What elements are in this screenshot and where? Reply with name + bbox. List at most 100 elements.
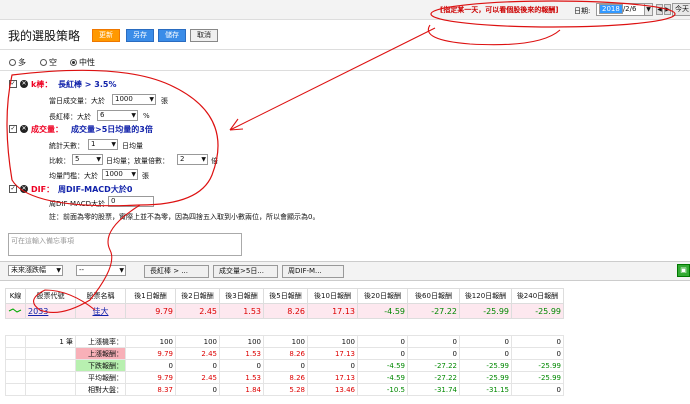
date-rest: /2/6 xyxy=(622,5,637,13)
col-header[interactable]: 股票代號 xyxy=(25,288,76,304)
stats-cell: -25.99 xyxy=(511,359,564,372)
stock-code-link[interactable]: 2033 xyxy=(25,303,76,319)
col-header[interactable]: 後20日報酬 xyxy=(357,288,408,304)
remove-vol-icon[interactable]: ✕ xyxy=(20,125,28,133)
cell xyxy=(25,359,76,372)
stats-cell: 0 xyxy=(263,359,308,372)
stats-cell: -10.5 xyxy=(357,383,408,396)
dif-label: 周DIF-MACD大於 xyxy=(49,200,105,208)
stats-cell: 8.26 xyxy=(263,347,308,360)
radio-long[interactable]: 多 xyxy=(9,57,26,68)
k-desc: 長紅棒 > 3.5% xyxy=(58,80,117,89)
stats-cell: 8.26 xyxy=(263,371,308,384)
export-icon[interactable]: ▣ xyxy=(677,264,690,277)
vol-compare-select[interactable]: 5 ▼ xyxy=(72,154,103,165)
k-volume-select[interactable]: 1000 ▼ xyxy=(112,94,156,105)
stats-row: 相對大盤： 8.37 0 1.84 5.28 13.46 -10.5 -31.74 -31.15… xyxy=(5,383,564,396)
stats-cell: 2.45 xyxy=(175,371,220,384)
stats-cell: -31.74 xyxy=(407,383,460,396)
vol-checkbox[interactable]: ✓ xyxy=(9,125,17,133)
tab-vol-filter[interactable]: 成交量>5日... xyxy=(213,265,278,278)
stats-cell: 0 xyxy=(511,347,564,360)
next-day-icon[interactable]: ▶ xyxy=(664,4,671,15)
stats-cell: 0 xyxy=(175,359,220,372)
save-button[interactable]: 儲存 xyxy=(158,29,186,42)
stats-cell: 2.45 xyxy=(175,347,220,360)
k-line-icon[interactable] xyxy=(5,303,26,319)
col-header[interactable]: 後1日報酬 xyxy=(125,288,176,304)
stock-name-link[interactable]: 佳大 xyxy=(75,303,126,319)
cell: 2.45 xyxy=(175,303,220,319)
filter-select[interactable]: -- ▼ xyxy=(76,265,126,276)
save-as-button[interactable]: 另存 xyxy=(126,29,154,42)
k-red-select[interactable]: 6 ▼ xyxy=(97,110,138,121)
update-button[interactable]: 更新 xyxy=(92,29,120,42)
col-header[interactable]: 後120日報酬 xyxy=(459,288,512,304)
divider xyxy=(0,70,690,71)
stats-label: 下跌報酬： xyxy=(75,359,126,372)
vol-compare-label: 比較： xyxy=(49,157,70,165)
radio-short[interactable]: 空 xyxy=(40,57,57,68)
cell xyxy=(5,371,26,384)
cell: 17.13 xyxy=(307,303,358,319)
k-red-unit: % xyxy=(143,112,150,120)
prev-day-icon[interactable]: ◀ xyxy=(656,4,663,15)
stats-cell: 0 xyxy=(125,359,176,372)
vol-threshold-select[interactable]: 1000 ▼ xyxy=(102,169,138,180)
memo-input[interactable]: 可在這輸入備忘事項 xyxy=(8,233,242,256)
col-header[interactable]: 後240日報酬 xyxy=(511,288,564,304)
col-header[interactable]: K線 xyxy=(5,288,26,304)
radio-neutral[interactable]: 中性 xyxy=(70,57,95,68)
remove-k-icon[interactable]: ✕ xyxy=(20,80,28,88)
cell: -27.22 xyxy=(407,303,460,319)
col-header[interactable]: 後60日報酬 xyxy=(407,288,460,304)
k-red-label: 長紅棒：大於 xyxy=(49,113,91,121)
stats-row: 平均報酬： 9.79 2.45 1.53 8.26 17.13 -4.59 -27.22 -25… xyxy=(5,371,564,384)
cell: -25.99 xyxy=(511,303,564,319)
stats-cell: 9.79 xyxy=(125,347,176,360)
stats-cell: 9.79 xyxy=(125,371,176,384)
vol-threshold-label: 均量門檻：大於 xyxy=(49,172,98,180)
stats-cell: 0 xyxy=(307,359,358,372)
stats-cell: 0 xyxy=(357,335,408,348)
vol-days-unit: 日均量 xyxy=(122,142,143,150)
date-picker[interactable]: 2018/2/6 xyxy=(596,3,646,16)
stats-label: 相對大盤： xyxy=(75,383,126,396)
cell xyxy=(5,359,26,372)
col-header[interactable]: 後2日報酬 xyxy=(175,288,220,304)
dif-input[interactable]: 0 xyxy=(108,196,154,207)
remove-dif-icon[interactable]: ✕ xyxy=(20,185,28,193)
vol-desc: 成交量>5日均量的3倍 xyxy=(71,125,153,134)
results-table: K線 股票代號 股票名稱 後1日報酬 後2日報酬 後3日報酬 後5日報酬 後10… xyxy=(5,288,564,319)
k-checkbox[interactable]: ✓ xyxy=(9,80,17,88)
stats-cell: 100 xyxy=(175,335,220,348)
col-header[interactable]: 後10日報酬 xyxy=(307,288,358,304)
stats-row: 下跌報酬： 0 0 0 0 0 -4.59 -27.22 -25.99 -25.99 xyxy=(5,359,564,372)
col-header[interactable]: 後3日報酬 xyxy=(219,288,264,304)
stats-cell: -25.99 xyxy=(459,359,512,372)
table-row[interactable]: 2033 佳大 9.79 2.45 1.53 8.26 17.13 -4.59 … xyxy=(5,303,564,319)
dif-checkbox[interactable]: ✓ xyxy=(9,185,17,193)
stats-table: 1 筆上漲機率： 100 100 100 100 100 0 0 0 0 上漲報酬： 9.79 2.45… xyxy=(5,335,564,396)
tab-k-filter[interactable]: 長紅棒 > ... xyxy=(144,265,209,278)
divider xyxy=(0,49,690,50)
vol-multiple-select[interactable]: 2 ▼ xyxy=(177,154,208,165)
cancel-button[interactable]: 取消 xyxy=(190,29,218,42)
today-button[interactable]: 今天 xyxy=(672,3,690,16)
return-select[interactable]: 未來漲跌幅 ▼ xyxy=(8,265,63,276)
k-volume-unit: 張 xyxy=(161,97,168,105)
chevron-down-icon[interactable]: ▼ xyxy=(644,3,653,16)
tab-dif-filter[interactable]: 周DIF-M... xyxy=(282,265,344,278)
vol-tag: 成交量： xyxy=(31,125,63,134)
cell xyxy=(5,335,26,348)
col-header[interactable]: 後5日報酬 xyxy=(263,288,308,304)
col-header[interactable]: 股票名稱 xyxy=(75,288,126,304)
dif-desc: 周DIF-MACD大於0 xyxy=(58,185,133,194)
dif-tag: DIF： xyxy=(31,185,55,194)
cell xyxy=(25,383,76,396)
stats-cell: 13.46 xyxy=(307,383,358,396)
vol-multiple-unit: 倍 xyxy=(211,157,218,165)
stats-cell: 100 xyxy=(263,335,308,348)
vol-days-select[interactable]: 1 ▼ xyxy=(88,139,118,150)
stats-cell: -4.59 xyxy=(357,371,408,384)
